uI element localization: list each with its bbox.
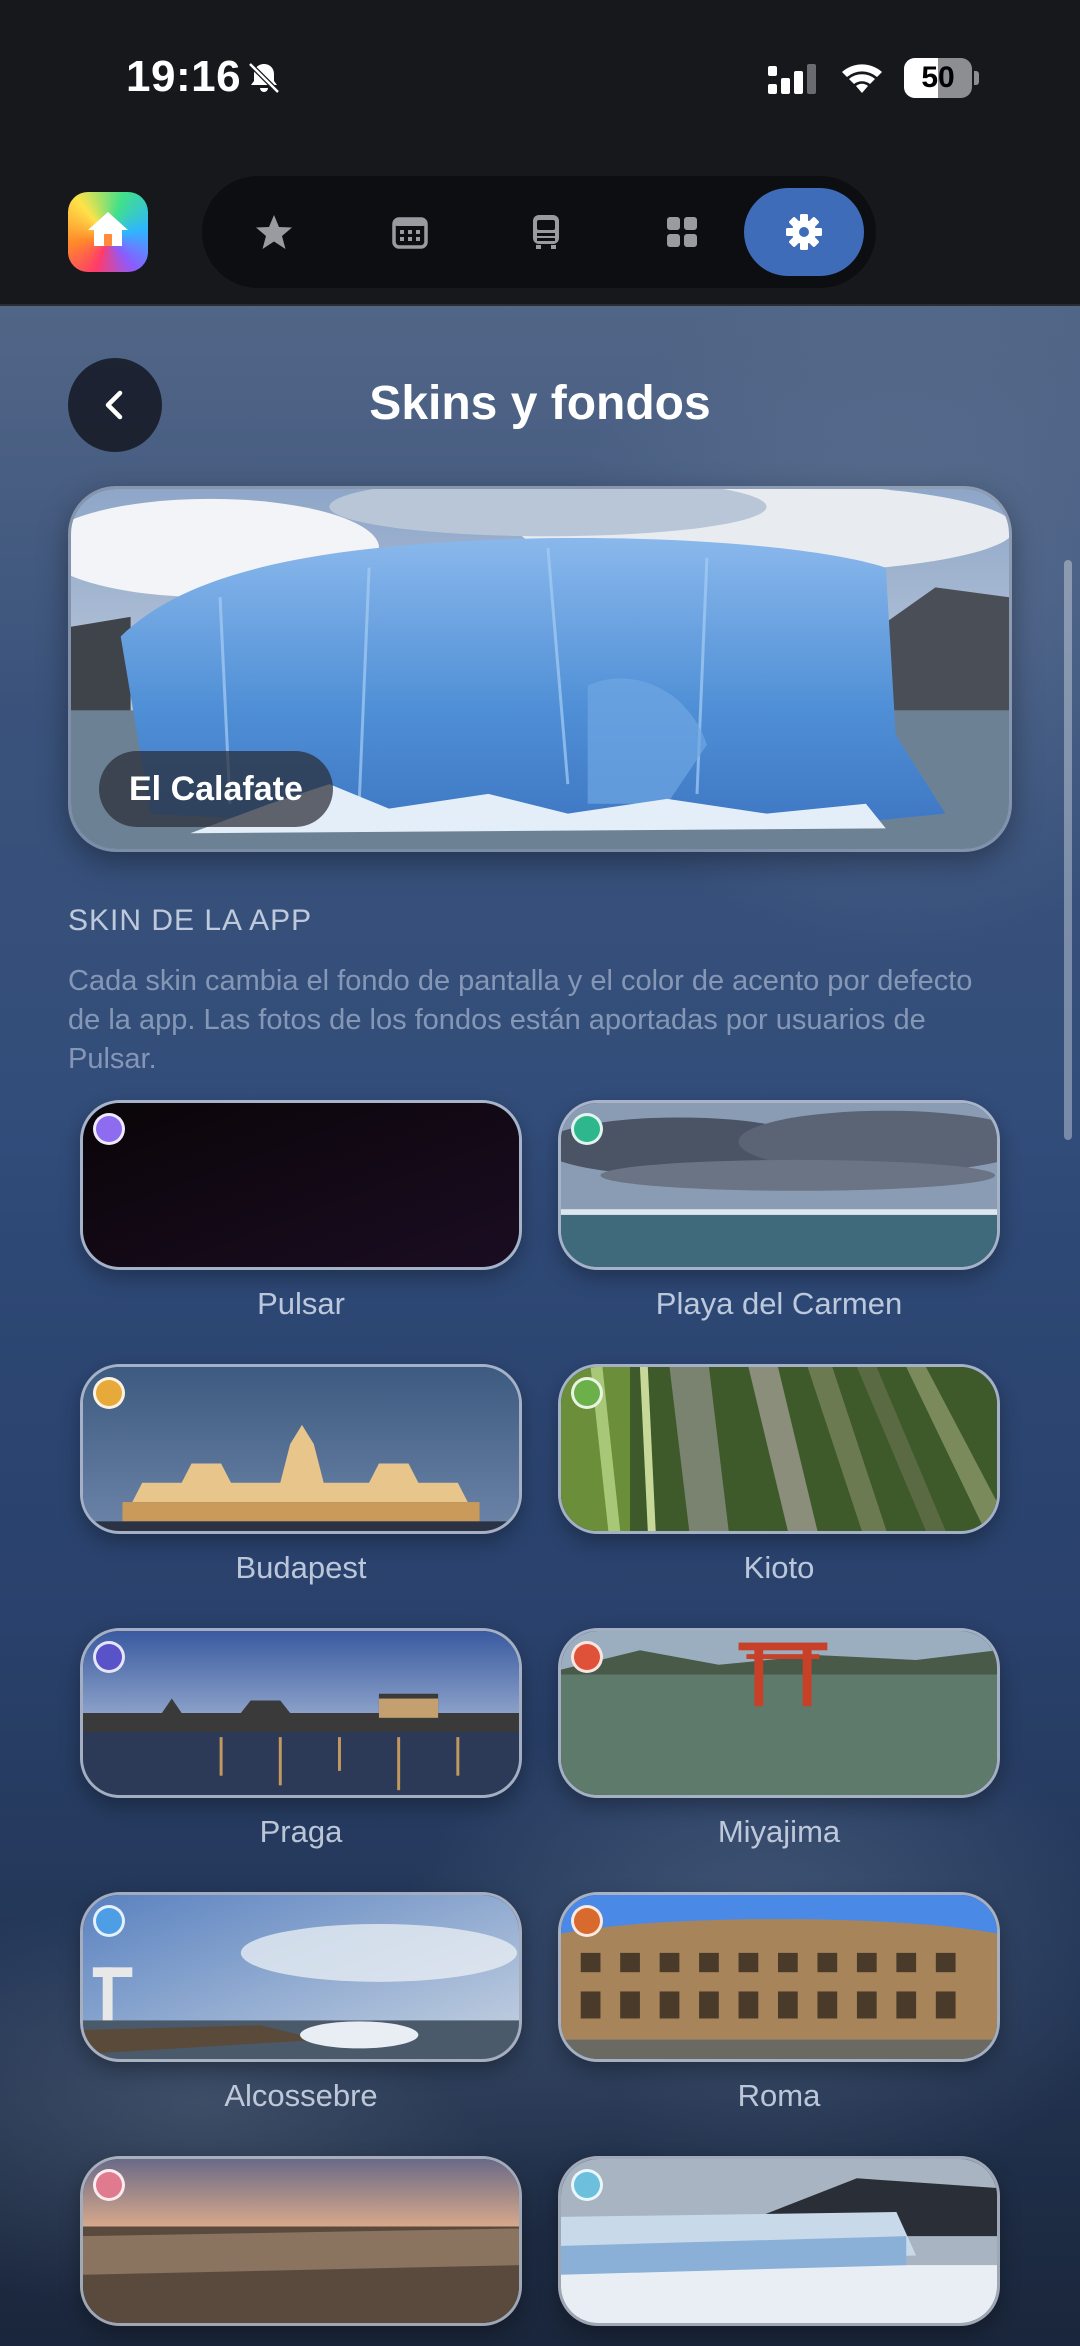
- home-icon: [88, 212, 128, 246]
- section-title: SKIN DE LA APP: [68, 904, 313, 937]
- current-skin-preview[interactable]: El Calafate: [68, 486, 1012, 852]
- skin-thumbnail: [80, 2156, 522, 2326]
- signal-icon: [768, 64, 816, 94]
- chevron-left-icon: [105, 390, 123, 420]
- tab-bar: [202, 176, 876, 288]
- city-photo: [83, 2159, 519, 2323]
- back-button[interactable]: [68, 358, 162, 452]
- budapest-photo: [83, 1367, 519, 1531]
- skin-thumbnail: [558, 1364, 1000, 1534]
- grid-icon: [667, 217, 697, 247]
- skin-thumbnail: [558, 1892, 1000, 2062]
- skin-label: Kioto: [743, 1550, 815, 1585]
- glacier-front-photo: [561, 2159, 997, 2323]
- tab-favorites[interactable]: [214, 188, 334, 276]
- skin-accent-dot: [571, 1641, 603, 1673]
- pulsar-background: [83, 1103, 519, 1267]
- skin-label: Budapest: [235, 1550, 367, 1585]
- tab-widgets[interactable]: [622, 188, 742, 276]
- skin-thumbnail: [558, 2156, 1000, 2326]
- train-icon: [533, 215, 559, 249]
- battery-percent: 50: [921, 61, 955, 94]
- wifi-icon: [842, 64, 882, 93]
- app-home-button[interactable]: [68, 192, 148, 272]
- tab-settings[interactable]: [744, 188, 864, 276]
- skin-accent-dot: [571, 2169, 603, 2201]
- skin-label: Miyajima: [717, 1814, 841, 1849]
- skin-label: Alcossebre: [224, 2078, 378, 2113]
- skin-label: Pulsar: [257, 1286, 345, 1321]
- skin-accent-dot: [93, 2169, 125, 2201]
- battery-indicator: 50: [904, 58, 980, 98]
- skin-thumbnail: [80, 1364, 522, 1534]
- beach-photo: [561, 1103, 997, 1267]
- colosseum-photo: [561, 1895, 997, 2059]
- skin-label: Playa del Carmen: [655, 1286, 903, 1321]
- tab-transport[interactable]: [486, 188, 606, 276]
- skin-label: Roma: [737, 2078, 821, 2113]
- scrollbar[interactable]: [1064, 560, 1072, 1140]
- alcossebre-photo: [83, 1895, 519, 2059]
- skin-thumbnail: [80, 1628, 522, 1798]
- bamboo-photo: [561, 1367, 997, 1531]
- skin-thumbnail: [558, 1628, 1000, 1798]
- bell-off-icon: [248, 62, 280, 94]
- calendar-icon: [392, 217, 428, 249]
- skin-accent-dot: [571, 1113, 603, 1145]
- skin-accent-dot: [93, 1641, 125, 1673]
- status-bar: 19:16 50: [0, 0, 1080, 160]
- gear-icon: [786, 214, 822, 250]
- tab-schedule[interactable]: [350, 188, 470, 276]
- skin-accent-dot: [571, 1377, 603, 1409]
- prague-photo: [83, 1631, 519, 1795]
- miyajima-photo: [561, 1631, 997, 1795]
- skin-label: Praga: [259, 1814, 343, 1849]
- skin-accent-dot: [93, 1377, 125, 1409]
- skin-accent-dot: [93, 1905, 125, 1937]
- section-description: Cada skin cambia el fondo de pantalla y …: [68, 965, 973, 1075]
- skin-thumbnail: [558, 1100, 1000, 1270]
- top-navigation: [0, 160, 1080, 306]
- skin-thumbnail: [80, 1892, 522, 2062]
- skin-accent-dot: [93, 1113, 125, 1145]
- status-time: 19:16: [126, 52, 242, 101]
- skin-accent-dot: [571, 1905, 603, 1937]
- current-skin-label: El Calafate: [99, 751, 333, 827]
- skin-thumbnail: [80, 1100, 522, 1270]
- star-icon: [256, 215, 292, 249]
- page-title: Skins y fondos: [369, 377, 711, 430]
